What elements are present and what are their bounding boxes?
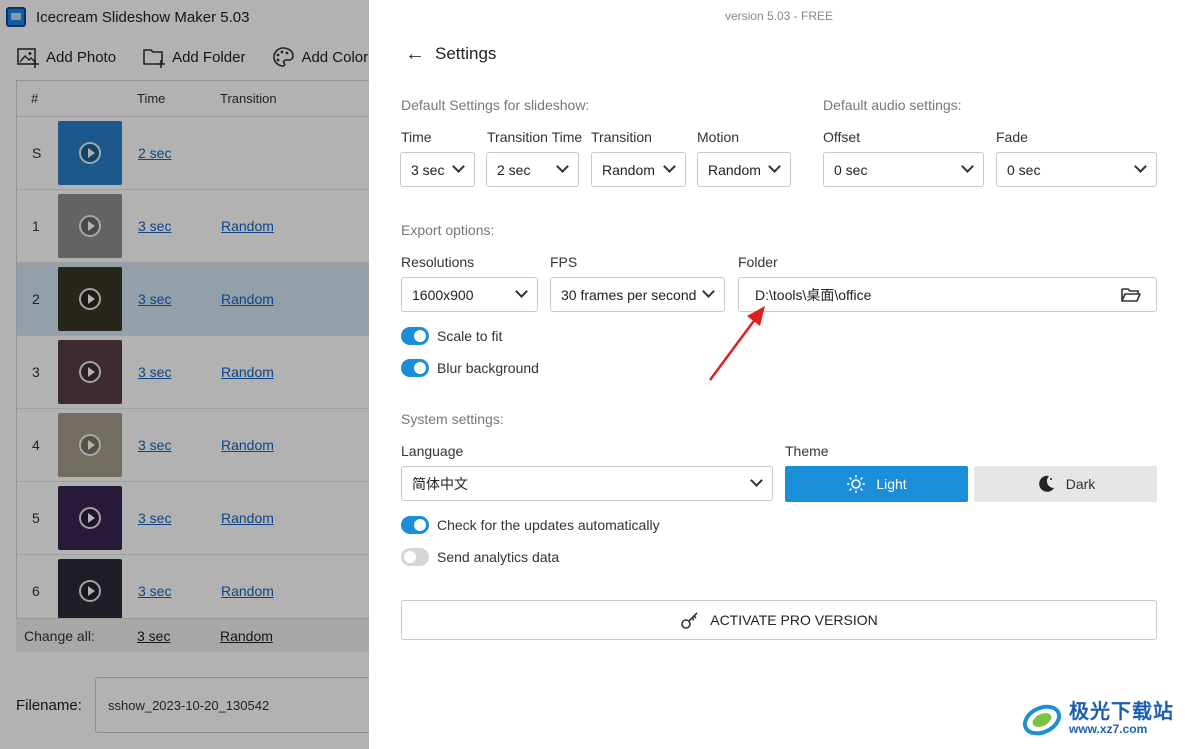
blur-background-label: Blur background — [437, 360, 539, 376]
motion-select[interactable]: Random — [697, 152, 791, 187]
toggle-switch[interactable] — [401, 359, 429, 377]
transition-time-select[interactable]: 2 sec — [486, 152, 579, 187]
blur-background-toggle[interactable]: Blur background — [401, 359, 539, 377]
system-section-title: System settings: — [401, 411, 504, 427]
settings-title: Settings — [435, 44, 497, 63]
resolutions-select[interactable]: 1600x900 — [401, 277, 538, 312]
audio-section-title: Default audio settings: — [823, 97, 962, 113]
chevron-down-icon — [663, 160, 676, 173]
theme-light-label: Light — [876, 476, 907, 492]
offset-value: 0 sec — [834, 161, 868, 178]
theme-dark-button[interactable]: Dark — [974, 466, 1157, 502]
theme-dark-label: Dark — [1065, 476, 1096, 492]
scale-to-fit-toggle[interactable]: Scale to fit — [401, 327, 502, 345]
open-folder-icon[interactable] — [1120, 285, 1142, 305]
language-value: 简体中文 — [412, 475, 468, 492]
chevron-down-icon — [515, 285, 528, 298]
check-updates-toggle[interactable]: Check for the updates automatically — [401, 516, 660, 534]
chevron-down-icon — [1134, 160, 1147, 173]
check-updates-label: Check for the updates automatically — [437, 517, 660, 533]
toggle-switch[interactable] — [401, 516, 429, 534]
key-icon — [681, 612, 698, 629]
chevron-down-icon — [556, 160, 569, 173]
fps-select[interactable]: 30 frames per second — [550, 277, 725, 312]
transition-label: Transition — [591, 129, 652, 145]
language-label: Language — [401, 443, 464, 459]
chevron-down-icon — [961, 160, 974, 173]
back-button[interactable]: ← Settings — [405, 44, 496, 64]
fade-value: 0 sec — [1007, 161, 1041, 178]
toggle-switch[interactable] — [401, 327, 429, 345]
chevron-down-icon — [452, 160, 465, 173]
chevron-down-icon — [768, 160, 781, 173]
theme-light-button[interactable]: Light — [785, 466, 968, 502]
settings-panel: version 5.03 - FREE ← Settings Default S… — [369, 0, 1189, 749]
time-select[interactable]: 3 sec — [400, 152, 475, 187]
offset-label: Offset — [823, 129, 861, 145]
activate-pro-label: ACTIVATE PRO VERSION — [710, 612, 878, 628]
toggle-switch[interactable] — [401, 548, 429, 566]
modal-overlay[interactable] — [0, 0, 369, 749]
watermark-url: www.xz7.com — [1069, 722, 1148, 737]
watermark-text: 极光下载站 — [1069, 701, 1174, 724]
chevron-down-icon — [702, 285, 715, 298]
back-arrow-icon: ← — [405, 43, 425, 65]
transition-time-value: 2 sec — [497, 161, 531, 178]
time-label: Time — [401, 129, 432, 145]
watermark: 极光下载站 www.xz7.com — [1021, 694, 1181, 744]
moon-icon — [1038, 475, 1054, 492]
folder-label: Folder — [738, 254, 778, 270]
motion-label: Motion — [697, 129, 740, 145]
theme-label: Theme — [785, 443, 829, 459]
chevron-down-icon — [750, 474, 763, 487]
export-section-title: Export options: — [401, 222, 495, 238]
watermark-logo-icon — [1022, 704, 1062, 736]
folder-path: D:\tools\桌面\office — [755, 286, 872, 303]
time-value: 3 sec — [411, 161, 445, 178]
resolutions-value: 1600x900 — [412, 286, 474, 303]
version-label: version 5.03 - FREE — [724, 9, 834, 23]
send-analytics-toggle[interactable]: Send analytics data — [401, 548, 559, 566]
transition-select[interactable]: Random — [591, 152, 686, 187]
offset-select[interactable]: 0 sec — [823, 152, 984, 187]
motion-value: Random — [708, 161, 761, 178]
send-analytics-label: Send analytics data — [437, 549, 560, 565]
annotation-arrow — [708, 306, 765, 381]
fps-value: 30 frames per second — [561, 286, 697, 303]
language-select[interactable]: 简体中文 — [401, 466, 773, 501]
activate-pro-button[interactable]: ACTIVATE PRO VERSION — [401, 600, 1157, 640]
resolutions-label: Resolutions — [401, 254, 475, 270]
slideshow-section-title: Default Settings for slideshow: — [401, 97, 590, 113]
sun-icon — [847, 475, 866, 493]
transition-value: Random — [602, 161, 655, 178]
fade-select[interactable]: 0 sec — [996, 152, 1157, 187]
fade-label: Fade — [996, 129, 1028, 145]
folder-field[interactable]: D:\tools\桌面\office — [738, 277, 1157, 312]
scale-to-fit-label: Scale to fit — [437, 328, 503, 344]
transition-time-label: Transition Time — [487, 129, 583, 145]
fps-label: FPS — [550, 254, 578, 270]
